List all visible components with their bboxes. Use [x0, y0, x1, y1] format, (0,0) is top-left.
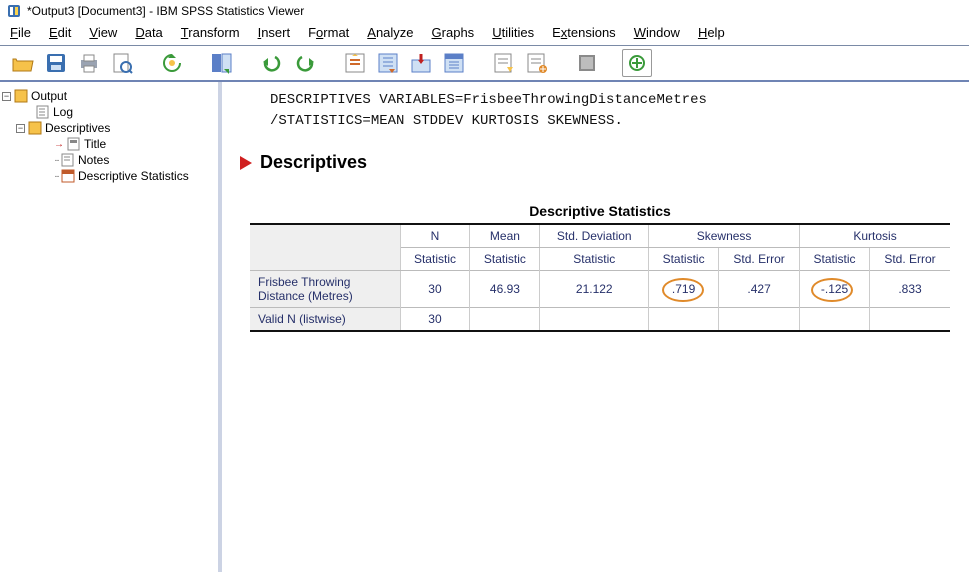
row-label: Valid N (listwise): [250, 308, 400, 332]
title-bar: *Output3 [Document3] - IBM SPSS Statisti…: [0, 0, 969, 22]
print-button[interactable]: [74, 49, 104, 77]
menu-edit[interactable]: Edit: [49, 25, 71, 40]
menu-analyze[interactable]: Analyze: [367, 25, 413, 40]
menu-bar: File Edit View Data Transform Insert For…: [0, 22, 969, 46]
window-title: *Output3 [Document3] - IBM SPSS Statisti…: [27, 4, 304, 18]
go-to-case-button[interactable]: [373, 49, 403, 77]
col-skewness: Skewness: [649, 224, 800, 248]
table-node-icon: [61, 169, 75, 183]
save-button[interactable]: [41, 49, 71, 77]
sub-statistic: Statistic: [540, 248, 649, 271]
insert-heading-button[interactable]: [489, 49, 519, 77]
section-title: Descriptives: [260, 152, 367, 173]
menu-view[interactable]: View: [89, 25, 117, 40]
row-label: Frisbee Throwing Distance (Metres): [250, 271, 400, 308]
sub-stderr: Std. Error: [870, 248, 950, 271]
tree-connector: ···: [54, 155, 58, 166]
cell-kurt-stat: [800, 308, 870, 332]
log-node-icon: [36, 105, 50, 119]
highlight-circle: .719: [672, 282, 695, 296]
menu-format[interactable]: Format: [308, 25, 349, 40]
add-target-button[interactable]: [622, 49, 652, 77]
insert-text-button[interactable]: [522, 49, 552, 77]
app-icon: [6, 3, 22, 19]
cell-skew-se: .427: [719, 271, 800, 308]
select-last-output-button[interactable]: [340, 49, 370, 77]
menu-data[interactable]: Data: [135, 25, 162, 40]
section-arrow-icon: [240, 156, 252, 170]
menu-window[interactable]: Window: [634, 25, 680, 40]
sub-statistic: Statistic: [800, 248, 870, 271]
col-blank: [250, 224, 400, 271]
undo-button[interactable]: [257, 49, 287, 77]
cell-stddev: [540, 308, 649, 332]
cell-n: 30: [400, 308, 470, 332]
sub-statistic: Statistic: [470, 248, 540, 271]
cell-mean: 46.93: [470, 271, 540, 308]
tree-descriptives[interactable]: Descriptives: [45, 121, 110, 135]
tree-output[interactable]: Output: [31, 89, 67, 103]
col-n: N: [400, 224, 470, 248]
outline-tree[interactable]: − Output Log − Descriptives → Title ···: [0, 82, 222, 572]
designate-window-button[interactable]: [572, 49, 602, 77]
sub-statistic: Statistic: [649, 248, 719, 271]
title-node-icon: [67, 137, 81, 151]
cell-kurt-se: [870, 308, 950, 332]
tree-notes[interactable]: Notes: [78, 153, 109, 167]
collapse-icon[interactable]: −: [16, 124, 25, 133]
output-node-icon: [14, 89, 28, 103]
menu-help[interactable]: Help: [698, 25, 725, 40]
redo-button[interactable]: [290, 49, 320, 77]
menu-graphs[interactable]: Graphs: [432, 25, 475, 40]
notes-node-icon: [61, 153, 75, 167]
cell-skew-se: [719, 308, 800, 332]
output-content[interactable]: DESCRIPTIVES VARIABLES=FrisbeeThrowingDi…: [222, 82, 969, 572]
col-mean: Mean: [470, 224, 540, 248]
cell-kurt-se: .833: [870, 271, 950, 308]
tree-connector: ···: [54, 171, 58, 182]
tree-descstats[interactable]: Descriptive Statistics: [78, 169, 189, 183]
menu-transform[interactable]: Transform: [181, 25, 240, 40]
sub-stderr: Std. Error: [719, 248, 800, 271]
syntax-block: DESCRIPTIVES VARIABLES=FrisbeeThrowingDi…: [270, 90, 959, 132]
menu-insert[interactable]: Insert: [258, 25, 291, 40]
cell-stddev: 21.122: [540, 271, 649, 308]
sub-statistic: Statistic: [400, 248, 470, 271]
menu-extensions[interactable]: Extensions: [552, 25, 616, 40]
cell-skew-stat: [649, 308, 719, 332]
tree-title[interactable]: Title: [84, 137, 106, 151]
syntax-line: DESCRIPTIVES VARIABLES=FrisbeeThrowingDi…: [270, 90, 959, 111]
collapse-icon[interactable]: −: [2, 92, 11, 101]
tree-log[interactable]: Log: [53, 105, 73, 119]
highlight-circle: -.125: [821, 282, 848, 296]
cell-skew-stat: .719: [649, 271, 719, 308]
syntax-line: /STATISTICS=MEAN STDDEV KURTOSIS SKEWNES…: [270, 111, 959, 132]
col-kurtosis: Kurtosis: [800, 224, 950, 248]
current-marker-icon: →: [54, 139, 64, 150]
workspace: − Output Log − Descriptives → Title ···: [0, 82, 969, 572]
table-title: Descriptive Statistics: [250, 203, 950, 219]
cell-kurt-stat: -.125: [800, 271, 870, 308]
descriptives-node-icon: [28, 121, 42, 135]
menu-utilities[interactable]: Utilities: [492, 25, 534, 40]
open-button[interactable]: [8, 49, 38, 77]
go-to-data-button[interactable]: [207, 49, 237, 77]
go-to-variable-button[interactable]: [406, 49, 436, 77]
variables-button[interactable]: [439, 49, 469, 77]
cell-n: 30: [400, 271, 470, 308]
descriptive-statistics-table[interactable]: Descriptive Statistics N Mean Std. Devia…: [250, 203, 950, 332]
recall-dialog-button[interactable]: [157, 49, 187, 77]
toolbar: [0, 46, 969, 82]
cell-mean: [470, 308, 540, 332]
print-preview-button[interactable]: [107, 49, 137, 77]
menu-file[interactable]: File: [10, 25, 31, 40]
col-stddev: Std. Deviation: [540, 224, 649, 248]
